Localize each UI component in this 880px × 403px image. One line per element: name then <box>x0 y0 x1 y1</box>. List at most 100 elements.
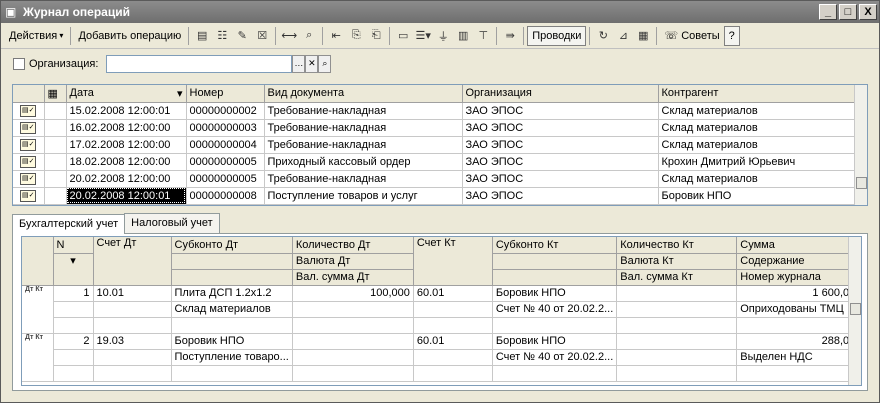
col-entry-icon[interactable] <box>22 237 54 286</box>
journal-scrollbar[interactable] <box>854 85 867 205</box>
col-journal-no[interactable]: Номер журнала <box>736 269 860 286</box>
col-sum[interactable]: Сумма <box>736 237 860 254</box>
col-kt-account[interactable]: Счет Кт <box>413 237 493 286</box>
cur-kt-cell[interactable] <box>616 301 738 318</box>
entry-row-line2[interactable]: Поступление товаро... Счет № 40 от 20.02.… <box>22 349 860 366</box>
advice-button[interactable]: ☏ Советы <box>660 26 723 46</box>
sum-cell[interactable]: 288,00 <box>736 333 860 350</box>
qty-dt-cell[interactable] <box>292 333 414 350</box>
col-number[interactable]: Номер <box>186 85 265 103</box>
date-cell[interactable]: 20.02.2008 12:00:00 <box>66 170 187 188</box>
qty-kt-cell[interactable] <box>616 333 738 350</box>
interval-icon[interactable]: ⟷ <box>279 26 299 46</box>
scroll-thumb[interactable] <box>850 303 861 315</box>
doc-type-cell[interactable]: Требование-накладная <box>264 119 463 137</box>
organization-cell[interactable]: ЗАО ЭПОС <box>462 170 659 188</box>
content-cell[interactable]: Выделен НДС <box>736 349 860 366</box>
qty-dt-cell[interactable]: 100,000 <box>292 285 414 302</box>
col-qty-dt[interactable]: Количество Дт <box>292 237 414 254</box>
unpost-doc-icon[interactable]: ⎗ <box>366 26 386 46</box>
close-button[interactable]: X <box>859 4 877 20</box>
sub-kt-cell[interactable]: Боровик НПО <box>492 285 618 302</box>
hierarchy-icon[interactable]: ☷ <box>212 26 232 46</box>
col-n[interactable]: N <box>53 237 94 254</box>
clear-icon[interactable]: ✕ <box>305 55 319 73</box>
filter-off-icon[interactable]: ⊤ <box>473 26 493 46</box>
table-row[interactable]: ▤✓ 20.02.2008 12:00:00 00000000005 Требован… <box>13 170 857 188</box>
table-row[interactable]: ▤✓ 17.02.2008 12:00:00 00000000004 Требован… <box>13 136 857 154</box>
table-row[interactable]: ▤✓ 16.02.2008 12:00:00 00000000003 Требован… <box>13 119 857 137</box>
sort-icon[interactable]: ☰▾ <box>413 26 433 46</box>
date-cell[interactable]: 18.02.2008 12:00:00 <box>66 153 187 171</box>
doc-type-cell[interactable]: Требование-накладная <box>264 102 463 120</box>
entry-row-line3[interactable] <box>22 365 860 382</box>
tab-tax[interactable]: Налоговый учет <box>124 213 220 233</box>
organization-cell[interactable]: ЗАО ЭПОС <box>462 153 659 171</box>
col-sub-dt[interactable]: Субконто Дт <box>171 237 293 254</box>
col-qty-kt[interactable]: Количество Кт <box>616 237 738 254</box>
minimize-button[interactable]: _ <box>819 4 837 20</box>
col-icon[interactable] <box>13 85 45 103</box>
sub-kt-cell-2[interactable]: Счет № 40 от 20.02.2... <box>492 349 618 366</box>
tab-accounting[interactable]: Бухгалтерский учет <box>12 214 126 234</box>
find-icon[interactable]: ⌕ <box>299 26 319 46</box>
help-button[interactable]: ? <box>723 25 740 46</box>
cursum-dt-cell[interactable] <box>292 365 414 382</box>
table-row[interactable]: ▤✓ 20.02.2008 12:00:01 00000000008 Поступле… <box>13 187 857 205</box>
dt-kt-report-icon[interactable]: ⊿ <box>613 26 633 46</box>
col-status[interactable]: ▦ <box>44 85 67 103</box>
actions-menu[interactable]: Действия ▾ <box>5 26 67 46</box>
entry-row-line2[interactable]: Склад материалов Счет № 40 от 20.02.2... О… <box>22 301 860 318</box>
cursum-kt-cell[interactable] <box>616 317 738 334</box>
organization-input[interactable] <box>106 55 293 73</box>
cur-dt-cell[interactable] <box>292 301 414 318</box>
kt-account-cell[interactable]: 60.01 <box>413 285 493 302</box>
create-on-basis-icon[interactable]: ⇛ <box>500 26 520 46</box>
add-operation-button[interactable]: Добавить операцию <box>74 26 185 46</box>
contractor-cell[interactable]: Крохин Дмитрий Юрьевич <box>658 153 857 171</box>
sub-dt-cell-2[interactable]: Поступление товаро... <box>171 349 293 366</box>
journal-no-cell[interactable] <box>736 365 860 382</box>
cur-kt-cell[interactable] <box>616 349 738 366</box>
entries-button[interactable]: Проводки <box>527 25 587 46</box>
content-cell[interactable]: Оприходованы ТМЦ <box>736 301 860 318</box>
maximize-button[interactable]: □ <box>839 4 857 20</box>
date-cell[interactable]: 15.02.2008 12:00:01 <box>66 102 187 120</box>
dt-account-cell[interactable]: 10.01 <box>93 285 172 302</box>
col-cursum-dt[interactable]: Вал. сумма Дт <box>292 269 414 286</box>
entry-row-line3[interactable] <box>22 317 860 334</box>
organization-cell[interactable]: ЗАО ЭПОС <box>462 136 659 154</box>
number-cell[interactable]: 00000000005 <box>186 170 265 188</box>
contractor-cell[interactable]: Склад материалов <box>658 102 857 120</box>
cursum-dt-cell[interactable] <box>292 317 414 334</box>
table-row[interactable]: ▤✓ 18.02.2008 12:00:00 00000000005 Приходны… <box>13 153 857 171</box>
number-cell[interactable]: 00000000008 <box>186 187 265 205</box>
col-content[interactable]: Содержание <box>736 253 860 270</box>
col-sub-kt[interactable]: Субконто Кт <box>492 237 618 254</box>
doc-type-cell[interactable]: Поступление товаров и услуг <box>264 187 463 205</box>
select-button[interactable]: … <box>292 55 306 73</box>
filter-list-icon[interactable]: ▥ <box>453 26 473 46</box>
organization-cell[interactable]: ЗАО ЭПОС <box>462 102 659 120</box>
number-cell[interactable]: 00000000005 <box>186 153 265 171</box>
sub-kt-cell[interactable]: Боровик НПО <box>492 333 618 350</box>
dt-account-cell[interactable]: 19.03 <box>93 333 172 350</box>
cursum-kt-cell[interactable] <box>616 365 738 382</box>
number-cell[interactable]: 00000000002 <box>186 102 265 120</box>
date-cell[interactable]: 17.02.2008 12:00:00 <box>66 136 187 154</box>
kt-account-cell[interactable]: 60.01 <box>413 333 493 350</box>
contractor-cell[interactable]: Склад материалов <box>658 170 857 188</box>
doc-type-cell[interactable]: Приходный кассовый ордер <box>264 153 463 171</box>
number-cell[interactable]: 00000000003 <box>186 119 265 137</box>
sub-dt-cell-2[interactable]: Склад материалов <box>171 301 293 318</box>
doc-type-cell[interactable]: Требование-накладная <box>264 170 463 188</box>
sub-dt-cell[interactable]: Боровик НПО <box>171 333 293 350</box>
date-cell[interactable]: 20.02.2008 12:00:01 <box>66 187 187 205</box>
search-icon[interactable]: ⌕ <box>318 55 332 73</box>
col-doc-type[interactable]: Вид документа <box>264 85 463 103</box>
entries-scrollbar[interactable] <box>848 237 861 385</box>
list-settings-icon[interactable]: ▭ <box>393 26 413 46</box>
doc-type-cell[interactable]: Требование-накладная <box>264 136 463 154</box>
table-row[interactable]: ▤✓ 15.02.2008 12:00:01 00000000002 Требован… <box>13 102 857 120</box>
cur-dt-cell[interactable] <box>292 349 414 366</box>
